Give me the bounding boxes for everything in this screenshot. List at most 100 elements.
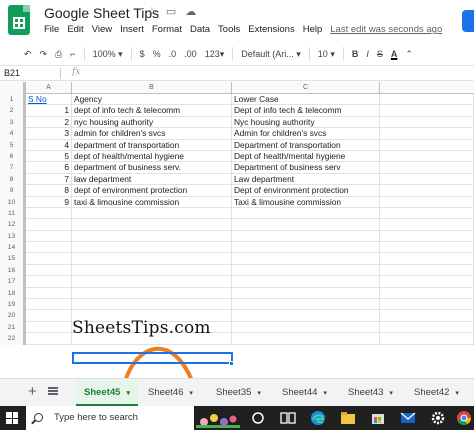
cell-b[interactable]: [72, 276, 232, 288]
cell-d[interactable]: [380, 287, 474, 300]
row-number[interactable]: 13: [0, 230, 26, 243]
widgets-icon[interactable]: [280, 410, 296, 426]
cell-a[interactable]: [26, 299, 72, 311]
cell-b[interactable]: [72, 253, 232, 265]
cell-b[interactable]: [72, 299, 232, 311]
cell-a[interactable]: 1: [26, 105, 72, 117]
store-icon[interactable]: [370, 410, 386, 426]
row-number[interactable]: 1: [0, 94, 26, 106]
cell-d[interactable]: [380, 196, 474, 208]
cell-a[interactable]: [26, 242, 72, 254]
cell-a[interactable]: 3: [26, 128, 72, 140]
cell-c[interactable]: Department of business serv: [232, 162, 380, 174]
cell-b[interactable]: department of business serv.: [72, 162, 232, 174]
cell-a[interactable]: [26, 333, 72, 345]
edge-browser-icon[interactable]: [310, 410, 326, 426]
collapse-toolbar-icon[interactable]: ⌃: [401, 49, 417, 60]
cell-c[interactable]: [232, 310, 380, 322]
decrease-decimal-button[interactable]: .0: [165, 49, 181, 59]
cell-d[interactable]: [380, 299, 474, 311]
cell-c[interactable]: [232, 276, 380, 288]
zoom-select[interactable]: 100% ▾: [89, 49, 127, 60]
italic-button[interactable]: I: [362, 49, 373, 59]
row-number[interactable]: 2: [0, 105, 26, 117]
tab-sheet44[interactable]: Sheet44 ▾: [274, 379, 335, 407]
cell-b[interactable]: dept of environment protection: [72, 185, 232, 197]
redo-icon[interactable]: ↷: [36, 49, 52, 60]
text-color-button[interactable]: A: [387, 49, 402, 59]
file-explorer-icon[interactable]: [340, 410, 356, 426]
font-select[interactable]: Default (Ari... ▾: [237, 49, 305, 60]
cell-b[interactable]: admin for children's svcs: [72, 128, 232, 140]
fill-handle[interactable]: [229, 361, 234, 366]
cell-d[interactable]: [380, 185, 474, 197]
strikethrough-button[interactable]: S: [373, 49, 387, 59]
cell-c[interactable]: Dept of environment protection: [232, 185, 380, 197]
print-icon[interactable]: ⎙: [51, 49, 66, 60]
row-number[interactable]: 8: [0, 173, 26, 186]
cell-a[interactable]: [26, 253, 72, 265]
row-number[interactable]: 20: [0, 310, 26, 322]
add-sheet-icon[interactable]: +: [28, 383, 37, 400]
tab-sheet45[interactable]: Sheet45 ▾: [76, 379, 138, 407]
cell-a[interactable]: [26, 230, 72, 243]
cell-d[interactable]: [380, 242, 474, 254]
tab-sheet35[interactable]: Sheet35 ▾: [208, 379, 269, 407]
cell-c[interactable]: [232, 264, 380, 277]
cell-c[interactable]: [232, 219, 380, 231]
row-number[interactable]: 16: [0, 264, 26, 277]
cell-b[interactable]: nyc housing authority: [72, 116, 232, 129]
cell-c[interactable]: [232, 299, 380, 311]
row-number[interactable]: 15: [0, 253, 26, 265]
cell-c[interactable]: Admin for children's svcs: [232, 128, 380, 140]
row-number[interactable]: 10: [0, 196, 26, 208]
currency-format-button[interactable]: $: [136, 49, 149, 59]
windows-start-icon[interactable]: [6, 412, 18, 424]
cell-c[interactable]: [232, 230, 380, 243]
cell-d[interactable]: [380, 321, 474, 334]
cell-c[interactable]: [232, 207, 380, 220]
cell-d[interactable]: [380, 105, 474, 117]
cell-a[interactable]: 4: [26, 139, 72, 151]
cell-a[interactable]: [26, 264, 72, 277]
menu-insert[interactable]: Insert: [120, 24, 144, 35]
cell-a[interactable]: [26, 321, 72, 334]
cell-b[interactable]: law department: [72, 173, 232, 186]
cloud-status-icon[interactable]: ☁: [185, 5, 196, 18]
row-number[interactable]: 21: [0, 321, 26, 334]
menu-extensions[interactable]: Extensions: [248, 24, 294, 35]
cell-a[interactable]: S No: [26, 94, 72, 106]
cell-a[interactable]: [26, 276, 72, 288]
more-formats-button[interactable]: 123▾: [201, 49, 229, 60]
chrome-icon[interactable]: [456, 410, 472, 426]
name-box[interactable]: B21: [4, 68, 20, 78]
row-number[interactable]: 14: [0, 242, 26, 254]
cell-c[interactable]: [232, 321, 380, 334]
column-header-a[interactable]: A: [26, 82, 72, 94]
cell-a[interactable]: 7: [26, 173, 72, 186]
cell-d[interactable]: [380, 128, 474, 140]
row-number[interactable]: 6: [0, 150, 26, 163]
cell-b[interactable]: dept of info tech & telecomm: [72, 105, 232, 117]
select-all-corner[interactable]: [0, 82, 26, 94]
cell-d[interactable]: [380, 253, 474, 265]
selected-cell-b21[interactable]: [72, 352, 233, 364]
cell-d[interactable]: [380, 219, 474, 231]
font-size-select[interactable]: 10 ▾: [314, 49, 339, 60]
cell-a[interactable]: 2: [26, 116, 72, 129]
increase-decimal-button[interactable]: .00: [180, 49, 201, 59]
row-number[interactable]: 19: [0, 299, 26, 311]
cell-d[interactable]: [380, 310, 474, 322]
cell-c[interactable]: [232, 287, 380, 300]
cell-b[interactable]: [72, 207, 232, 220]
cell-b[interactable]: [72, 264, 232, 277]
undo-icon[interactable]: ↶: [20, 49, 36, 60]
row-number[interactable]: 3: [0, 116, 26, 129]
document-title[interactable]: Google Sheet Tips: [44, 5, 159, 21]
menu-format[interactable]: Format: [152, 24, 182, 35]
cell-a[interactable]: [26, 219, 72, 231]
cell-c[interactable]: Dept of info tech & telecomm: [232, 105, 380, 117]
cell-a[interactable]: [26, 207, 72, 220]
cell-d[interactable]: [380, 94, 474, 106]
cell-b[interactable]: taxi & limousine commission: [72, 196, 232, 208]
